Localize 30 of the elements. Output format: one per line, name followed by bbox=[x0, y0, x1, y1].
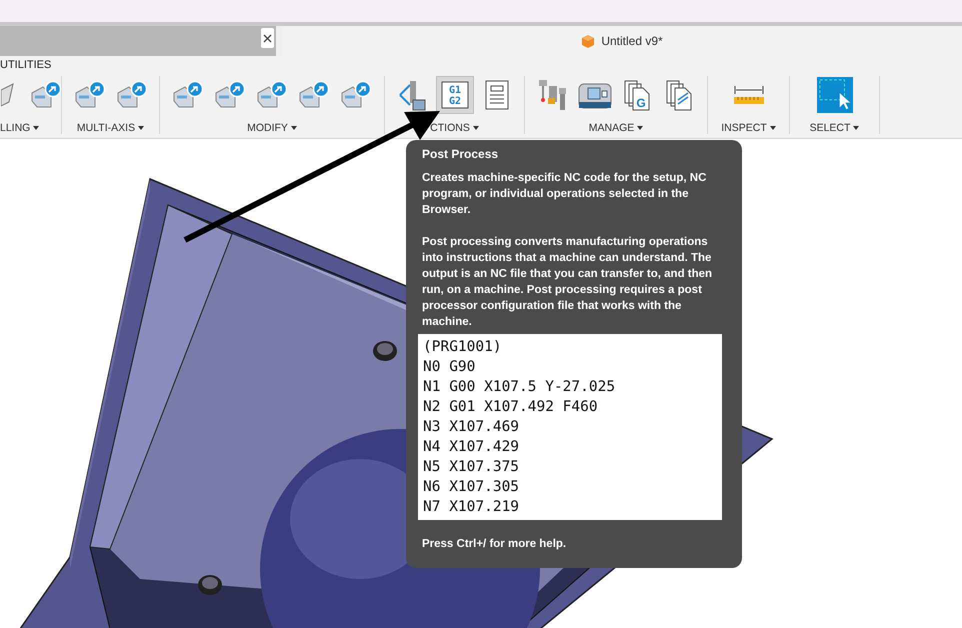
code-line: N4 X107.429 bbox=[423, 438, 520, 457]
code-line: N7 X107.219 bbox=[423, 498, 520, 517]
toolbar-group-menu[interactable]: MULTI-AXIS bbox=[76, 122, 144, 134]
workspace-tab[interactable]: UTILITIES bbox=[0, 60, 52, 70]
tooltip-description: Creates machine-specific NC code for the setup, NC program, or individual operations selected in the Browser. bbox=[422, 171, 708, 218]
toolbar-group-menu[interactable]: MODIFY bbox=[247, 122, 297, 134]
code-line: N0 G90 bbox=[423, 358, 476, 377]
toolbar-group-menu[interactable]: INSPECT bbox=[721, 122, 776, 134]
code-line: N1 G00 X107.5 Y-27.025 bbox=[423, 378, 616, 397]
tool-library-icon[interactable] bbox=[537, 78, 569, 112]
cube-icon bbox=[581, 34, 596, 48]
select-icon[interactable] bbox=[816, 76, 852, 114]
code-line: N6 X107.305 bbox=[423, 478, 520, 497]
close-icon[interactable] bbox=[261, 28, 274, 48]
toolbar-group-menu[interactable]: MANAGE bbox=[588, 122, 644, 134]
code-line: (PRG1001) bbox=[423, 338, 503, 357]
tooltip-help-hint: Press Ctrl+/ for more help. bbox=[422, 537, 568, 552]
template-file-icon[interactable] bbox=[665, 79, 693, 111]
code-line: N2 G01 X107.492 F460 bbox=[423, 398, 599, 417]
measure-icon[interactable] bbox=[732, 84, 764, 106]
setup-sheet-icon[interactable] bbox=[484, 80, 510, 110]
tooltip-title: Post Process bbox=[422, 146, 500, 162]
toolbar-group-menu[interactable]: LLING bbox=[0, 122, 40, 134]
toolbar-group-menu[interactable]: SELECT bbox=[810, 122, 860, 134]
document-title: Untitled v9* bbox=[601, 34, 663, 48]
document-tab[interactable]: Untitled v9* bbox=[282, 26, 962, 56]
code-line: N5 X107.375 bbox=[423, 458, 520, 477]
tooltip-description: Post processing converts manufacturing operations into instructions that a machine can understand. The output is an NC file that you can transfer to, and then run, on a machine. Post processing requires a post processor configuration file that works with the machine. bbox=[422, 235, 714, 330]
post-process-icon[interactable]: G1 G2 bbox=[440, 80, 470, 110]
code-line: N3 X107.469 bbox=[423, 418, 520, 437]
